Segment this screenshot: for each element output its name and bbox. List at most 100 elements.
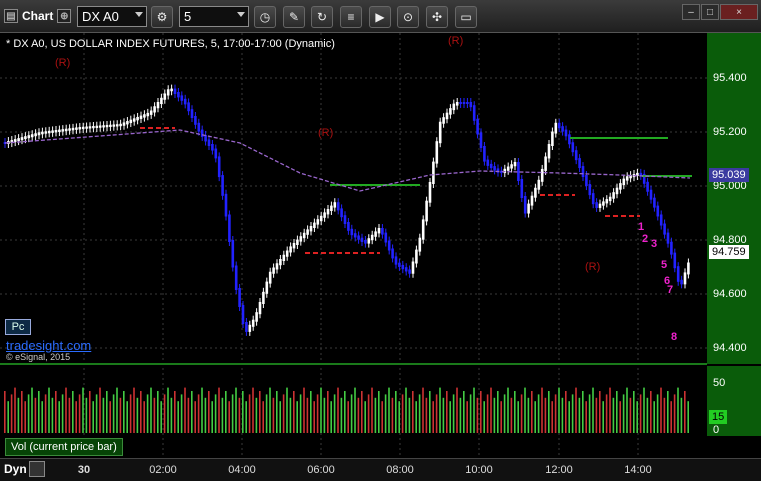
- volume-bar: [276, 391, 278, 433]
- candle-body: [364, 240, 367, 244]
- candle-body: [92, 125, 95, 129]
- volume-bar: [180, 394, 183, 433]
- volume-bar: [51, 397, 54, 433]
- volume-bar: [517, 401, 519, 433]
- candle-body: [503, 168, 507, 174]
- refresh-icon[interactable]: ↻: [311, 6, 333, 28]
- volume-bar: [265, 394, 268, 433]
- volume-bar: [500, 401, 502, 433]
- volume-bar: [388, 387, 390, 433]
- candle-body: [221, 175, 224, 196]
- chevron-down-icon[interactable]: [135, 12, 143, 17]
- pc-badge[interactable]: Pc: [5, 319, 31, 335]
- volume-bar: [398, 401, 400, 433]
- pencil-icon[interactable]: ✎: [283, 6, 305, 28]
- print-icon[interactable]: [29, 461, 45, 477]
- candle-body: [374, 231, 377, 237]
- volume-bar: [337, 387, 339, 433]
- volume-bar: [374, 397, 377, 433]
- candle-body: [608, 196, 612, 202]
- candle-body: [265, 281, 269, 294]
- volume-bar: [14, 387, 16, 433]
- volume-bar: [371, 387, 373, 433]
- play-icon[interactable]: ▶: [369, 6, 391, 28]
- study-icon[interactable]: ≡: [340, 6, 362, 28]
- link-icon[interactable]: ⊕: [57, 9, 72, 23]
- volume-bar: [473, 387, 475, 433]
- time-label: 14:00: [624, 464, 652, 476]
- chart-canvas[interactable]: (R)(R)(R)(R)12 35678: [0, 33, 707, 458]
- candle-body: [540, 168, 544, 182]
- volume-bar: [320, 387, 322, 433]
- volume-bar: [541, 387, 543, 433]
- candle-body: [663, 223, 666, 235]
- volume-bar: [106, 391, 108, 433]
- time-label: 02:00: [149, 464, 177, 476]
- candle-body: [330, 205, 333, 211]
- watermark-link[interactable]: tradesight.com: [6, 338, 91, 353]
- volume-bar: [435, 394, 438, 433]
- candle-body: [673, 252, 677, 269]
- candle-body: [68, 128, 71, 131]
- volume-bar: [228, 401, 230, 433]
- maximize-button[interactable]: □: [701, 4, 719, 20]
- zoom-icon[interactable]: ⊙: [397, 6, 419, 28]
- candle-body: [486, 159, 490, 166]
- candle-body: [194, 116, 197, 125]
- volume-bar: [72, 391, 74, 433]
- minimize-button[interactable]: –: [682, 4, 700, 20]
- candle-body: [333, 202, 337, 208]
- volume-bar: [85, 397, 88, 433]
- close-button[interactable]: ×: [720, 4, 758, 20]
- volume-bar: [612, 397, 615, 433]
- time-axis[interactable]: Dyn 30 02:00 04:00 06:00 08:00 10:00 12:…: [0, 458, 761, 481]
- count-label: 7: [667, 284, 673, 296]
- r-marker: (R): [318, 127, 333, 139]
- settings-gear-icon[interactable]: ⚙: [151, 6, 173, 28]
- candle-body: [234, 265, 238, 290]
- volume-bar: [357, 397, 360, 433]
- candle-body: [115, 124, 119, 127]
- candle-body: [469, 102, 473, 108]
- volume-bar: [609, 387, 611, 433]
- comment-icon[interactable]: ▭: [455, 6, 477, 28]
- volume-bar: [245, 401, 247, 433]
- volume-bar: [493, 397, 496, 433]
- candle-body: [44, 131, 48, 134]
- candle-body: [659, 214, 663, 226]
- volume-bar: [684, 391, 686, 433]
- candle-body: [336, 202, 340, 211]
- volume-bar: [592, 387, 594, 433]
- tools-icon[interactable]: ✣: [426, 6, 448, 28]
- candle-body: [17, 138, 20, 142]
- candle-body: [489, 163, 493, 169]
- volume-bar: [89, 391, 91, 433]
- candle-body: [248, 324, 252, 332]
- interval-input[interactable]: 5: [179, 6, 249, 27]
- candle-body: [200, 129, 204, 137]
- volume-bar: [456, 387, 458, 433]
- price-label: 95.400: [713, 72, 747, 84]
- clock-icon[interactable]: ◷: [254, 6, 276, 28]
- volume-bar: [24, 401, 26, 433]
- price-axis[interactable]: 95.400 95.200 95.000 94.800 94.600 94.40…: [707, 33, 761, 364]
- candle-body: [129, 119, 133, 124]
- volume-bar: [197, 394, 200, 433]
- copyright-text: © eSignal, 2015: [6, 352, 71, 362]
- symbol-input[interactable]: DX A0: [77, 6, 147, 27]
- candle-body: [119, 123, 122, 127]
- volume-study-label[interactable]: Vol (current price bar): [5, 438, 123, 456]
- chevron-down-icon[interactable]: [237, 12, 245, 17]
- candle-body: [156, 102, 160, 109]
- volume-bar: [282, 394, 285, 433]
- dyn-label[interactable]: Dyn: [4, 462, 27, 476]
- candle-body: [20, 137, 24, 141]
- candle-body: [41, 131, 44, 135]
- candle-body: [126, 121, 129, 125]
- volume-bar: [439, 387, 441, 433]
- candle-body: [438, 121, 442, 144]
- volume-axis[interactable]: 50 0 15: [707, 366, 761, 436]
- candle-body: [319, 215, 323, 222]
- candle-body: [316, 219, 320, 225]
- candle-body: [510, 164, 513, 169]
